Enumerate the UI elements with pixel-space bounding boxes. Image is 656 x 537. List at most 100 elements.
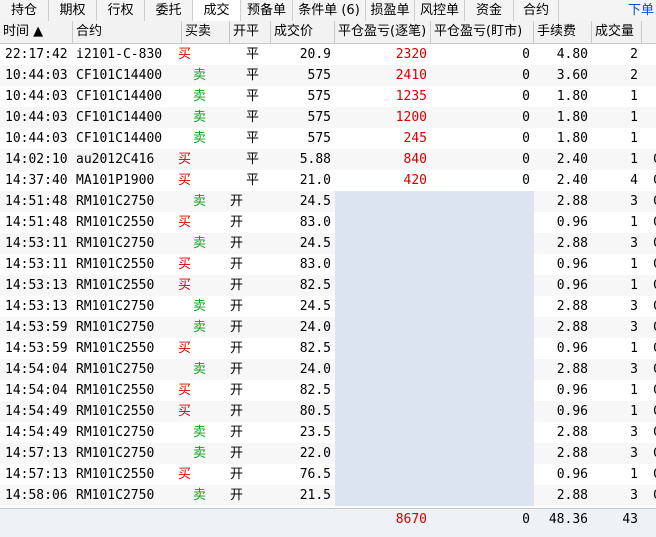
cell-vol: 1	[630, 152, 638, 167]
cell-extra: C	[650, 338, 656, 359]
column-header-8[interactable]: 成交量	[592, 21, 642, 43]
cell-vol: 1	[630, 215, 638, 230]
table-row[interactable]: 10:44:03 CF101C14400 卖 平 575 2410 0 3.60 2	[0, 65, 656, 86]
cell-pnl-mkt	[431, 338, 534, 359]
column-header-0[interactable]: 时间 ▲	[0, 21, 73, 43]
table-row[interactable]: 14:54:04 RM101C2750 卖 开 24.0 2.88 3C	[0, 359, 656, 380]
total-pnl-each: 8670	[395, 512, 427, 527]
cell-pnl-each	[335, 485, 431, 506]
column-header-4[interactable]: 成交价	[271, 21, 335, 43]
column-header-7[interactable]: 手续费	[534, 21, 592, 43]
table-row[interactable]: 10:44:03 CF101C14400 卖 平 575 1235 0 1.80 1	[0, 86, 656, 107]
table-row[interactable]: 14:51:48 RM101C2550 买 开 83.0 0.96 1C	[0, 212, 656, 233]
cell-price: 80.5	[299, 404, 331, 419]
tab-10[interactable]: 合约	[514, 0, 559, 21]
tab-0[interactable]: 持仓	[0, 0, 49, 21]
column-header-2[interactable]: 买卖	[182, 21, 230, 43]
cell-side: 买	[178, 341, 192, 356]
cell-extra: C	[650, 149, 656, 170]
order-link[interactable]: 下单	[628, 0, 654, 21]
cell-contract: RM101C2750	[76, 299, 155, 314]
cell-oc: 平	[246, 68, 260, 83]
table-row[interactable]: 14:53:11 RM101C2750 卖 开 24.5 2.88 3C	[0, 233, 656, 254]
cell-contract: CF101C14400	[76, 131, 163, 146]
table-row[interactable]: 14:53:59 RM101C2750 卖 开 24.0 2.88 3C	[0, 317, 656, 338]
cell-extra: C	[650, 296, 656, 317]
cell-vol: 1	[630, 278, 638, 293]
cell-pnl-mkt	[431, 401, 534, 422]
cell-side: 卖	[193, 425, 207, 440]
tab-5[interactable]: 预备单	[241, 0, 293, 21]
cell-extra	[650, 128, 656, 149]
table-row[interactable]: 14:53:13 RM101C2750 卖 开 24.5 2.88 3C	[0, 296, 656, 317]
table-row[interactable]: 14:54:49 RM101C2550 买 开 80.5 0.96 1C	[0, 401, 656, 422]
column-header-6[interactable]: 平仓盈亏(盯市)	[431, 21, 534, 43]
cell-oc: 平	[246, 89, 260, 104]
cell-contract: RM101C2550	[76, 257, 155, 272]
total-pnl-mkt: 0	[522, 512, 530, 527]
cell-price: 575	[307, 89, 331, 104]
total-volume: 43	[622, 512, 638, 527]
cell-vol: 4	[630, 173, 638, 188]
cell-fee: 1.80	[556, 131, 588, 146]
cell-fee: 0.96	[556, 467, 588, 482]
cell-price: 21.0	[299, 173, 331, 188]
table-row[interactable]: 14:57:13 RM101C2550 买 开 76.5 0.96 1C	[0, 464, 656, 485]
cell-time: 14:57:13	[5, 446, 68, 461]
table-row[interactable]: 14:54:04 RM101C2550 买 开 82.5 0.96 1C	[0, 380, 656, 401]
cell-extra: C	[650, 422, 656, 443]
cell-price: 24.5	[299, 194, 331, 209]
cell-extra: C	[650, 464, 656, 485]
cell-contract: i2101-C-830	[76, 47, 163, 62]
column-header-3[interactable]: 开平	[230, 21, 271, 43]
cell-pnl-each	[335, 401, 431, 422]
table-row[interactable]: 22:17:42 i2101-C-830 买 平 20.9 2320 0 4.80 2	[0, 44, 656, 65]
cell-oc: 平	[246, 173, 260, 188]
table-row[interactable]: 10:44:03 CF101C14400 卖 平 575 1200 0 1.80 1	[0, 107, 656, 128]
cell-pnl-each	[335, 443, 431, 464]
tab-1[interactable]: 期权	[49, 0, 97, 21]
table-row[interactable]: 14:37:40 MA101P1900 买 平 21.0 420 0 2.40 4C	[0, 170, 656, 191]
cell-pnl-each	[335, 380, 431, 401]
table-row[interactable]: 14:53:11 RM101C2550 买 开 83.0 0.96 1C	[0, 254, 656, 275]
tab-8[interactable]: 风控单	[415, 0, 465, 21]
cell-pnl-each	[335, 338, 431, 359]
table-row[interactable]: 14:58:06 RM101C2750 卖 开 21.5 2.88 3C	[0, 485, 656, 506]
table-header: 时间 ▲ 合约 买卖 开平 成交价 平仓盈亏(逐笔) 平仓盈亏(盯市) 手续费 成交量	[0, 21, 656, 44]
table-row[interactable]: 10:44:03 CF101C14400 卖 平 575 245 0 1.80 1	[0, 128, 656, 149]
cell-time: 14:57:13	[5, 467, 68, 482]
cell-time: 14:53:13	[5, 299, 68, 314]
cell-side: 买	[178, 215, 192, 230]
column-header-1[interactable]: 合约	[73, 21, 182, 43]
tab-4[interactable]: 成交	[193, 0, 241, 22]
table-row[interactable]: 14:51:48 RM101C2750 卖 开 24.5 2.88 3C	[0, 191, 656, 212]
cell-extra: C	[650, 191, 656, 212]
cell-time: 14:02:10	[5, 152, 68, 167]
cell-side: 买	[178, 383, 192, 398]
cell-fee: 0.96	[556, 278, 588, 293]
tab-6[interactable]: 条件单 (6)	[293, 0, 366, 21]
column-header-5[interactable]: 平仓盈亏(逐笔)	[335, 21, 431, 43]
tab-2[interactable]: 行权	[97, 0, 145, 21]
cell-price: 21.5	[299, 488, 331, 503]
cell-oc: 开	[230, 404, 244, 419]
table-row[interactable]: 14:54:49 RM101C2750 卖 开 23.5 2.88 3C	[0, 422, 656, 443]
cell-vol: 3	[630, 320, 638, 335]
table-row[interactable]: 14:53:13 RM101C2550 买 开 82.5 0.96 1C	[0, 275, 656, 296]
cell-pnl-mkt	[431, 254, 534, 275]
cell-side: 买	[178, 404, 192, 419]
table-row[interactable]: 14:57:13 RM101C2750 卖 开 22.0 2.88 3C	[0, 443, 656, 464]
tab-9[interactable]: 资金	[465, 0, 514, 21]
cell-vol: 1	[630, 467, 638, 482]
cell-fee: 4.80	[556, 47, 588, 62]
cell-contract: MA101P1900	[76, 173, 155, 188]
tab-3[interactable]: 委托	[145, 0, 193, 21]
cell-pnl-each	[335, 254, 431, 275]
tab-7[interactable]: 损盈单	[366, 0, 415, 21]
cell-price: 24.5	[299, 236, 331, 251]
table-row[interactable]: 14:02:10 au2012C416 买 平 5.88 840 0 2.40 1C	[0, 149, 656, 170]
cell-contract: RM101C2750	[76, 194, 155, 209]
tab-bar: 持仓 期权 行权 委托 成交 预备单 条件单 (6) 损盈单 风控单 资金 合约 下单	[0, 0, 656, 22]
table-row[interactable]: 14:53:59 RM101C2550 买 开 82.5 0.96 1C	[0, 338, 656, 359]
cell-extra: C	[650, 359, 656, 380]
